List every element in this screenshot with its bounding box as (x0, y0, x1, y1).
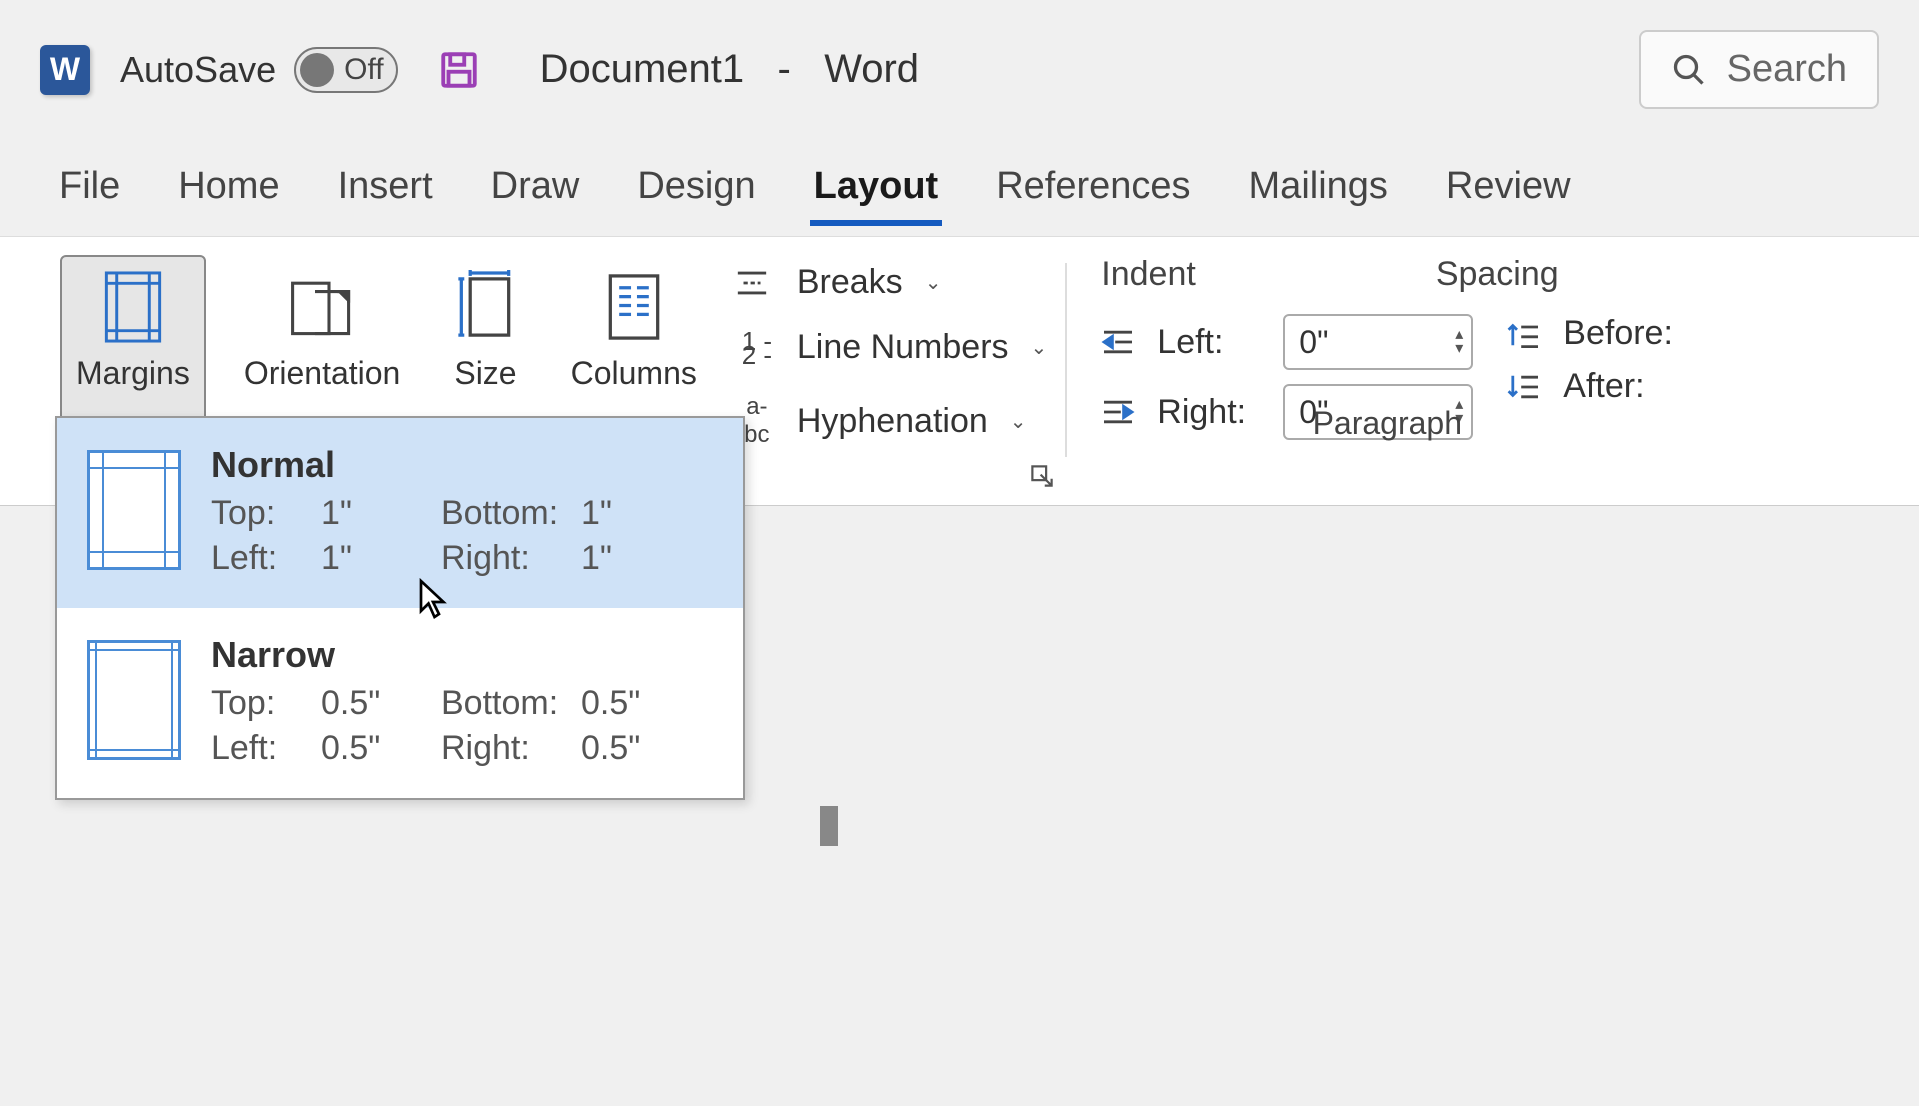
tab-mailings[interactable]: Mailings (1245, 159, 1392, 226)
breaks-button[interactable]: Breaks ⌄ (735, 263, 1047, 302)
indent-left-label: Left: (1157, 323, 1267, 362)
margin-option-title: Narrow (211, 634, 713, 676)
margin-option-narrow[interactable]: Narrow Top: 0.5" Bottom: 0.5" Left: 0.5"… (57, 608, 743, 798)
indent-left-input[interactable]: 0" ▴▾ (1283, 314, 1473, 370)
orientation-icon (287, 267, 357, 347)
indent-header: Indent (1101, 255, 1196, 294)
margins-dropdown: Normal Top: 1" Bottom: 1" Left: 1" Right… (55, 416, 745, 800)
margin-option-title: Normal (211, 444, 713, 486)
columns-icon (604, 267, 664, 347)
spacing-header: Spacing (1436, 255, 1559, 294)
autosave-toggle[interactable]: Off (294, 47, 397, 93)
margin-preview-icon (87, 640, 181, 760)
autosave-state: Off (344, 53, 383, 87)
autosave-label: AutoSave (120, 49, 276, 91)
margins-button[interactable]: Margins ⌄ (60, 255, 206, 436)
hyphenation-button[interactable]: a-bc Hyphenation ⌄ (735, 393, 1047, 449)
spacing-after-label: After: (1563, 367, 1673, 406)
orientation-button[interactable]: Orientation ⌄ (228, 255, 417, 436)
tab-home[interactable]: Home (174, 159, 283, 226)
spacing-before-label: Before: (1563, 314, 1673, 353)
tab-design[interactable]: Design (633, 159, 759, 226)
paragraph-group-label: Paragraph (1101, 405, 1673, 442)
margins-icon (103, 267, 163, 347)
page-setup-launcher-icon[interactable] (1031, 465, 1053, 487)
page-edge (820, 806, 838, 846)
indent-left-icon (1101, 328, 1141, 356)
tab-draw[interactable]: Draw (487, 159, 584, 226)
spacing-before-icon (1507, 320, 1547, 348)
chevron-down-icon: ⌄ (925, 270, 942, 295)
search-placeholder: Search (1727, 48, 1847, 91)
chevron-down-icon: ⌄ (1010, 409, 1027, 434)
chevron-down-icon: ⌄ (1031, 335, 1048, 360)
size-button[interactable]: Size ⌄ (438, 255, 532, 436)
word-logo-icon: W (40, 45, 90, 95)
document-title: Document1 - Word (540, 47, 919, 92)
size-icon (455, 267, 515, 347)
search-box[interactable]: Search (1639, 30, 1879, 109)
spacing-after-icon (1507, 373, 1547, 401)
tab-file[interactable]: File (55, 159, 124, 226)
margin-option-normal[interactable]: Normal Top: 1" Bottom: 1" Left: 1" Right… (57, 418, 743, 608)
columns-button[interactable]: Columns ⌄ (555, 255, 713, 436)
tab-review[interactable]: Review (1442, 159, 1575, 226)
breaks-icon (735, 268, 779, 298)
page-setup-stack: Breaks ⌄ 1 -2 - Line Numbers ⌄ a-bc Hyph… (735, 255, 1047, 449)
spinner-arrows-icon[interactable]: ▴▾ (1447, 328, 1471, 356)
tab-layout[interactable]: Layout (810, 159, 943, 226)
autosave-control: AutoSave Off (120, 47, 398, 93)
toggle-knob-icon (300, 53, 334, 87)
margin-preview-icon (87, 450, 181, 570)
paragraph-group: Indent Spacing Left: 0" ▴▾ (1067, 255, 1693, 497)
search-icon (1671, 52, 1707, 88)
ribbon-tabs: File Home Insert Draw Design Layout Refe… (0, 129, 1919, 236)
tab-insert[interactable]: Insert (334, 159, 437, 226)
line-numbers-icon: 1 -2 - (735, 334, 779, 362)
line-numbers-button[interactable]: 1 -2 - Line Numbers ⌄ (735, 328, 1047, 367)
save-icon[interactable] (438, 49, 480, 91)
title-bar: W AutoSave Off Document1 - Word Search (0, 0, 1919, 129)
tab-references[interactable]: References (992, 159, 1194, 226)
